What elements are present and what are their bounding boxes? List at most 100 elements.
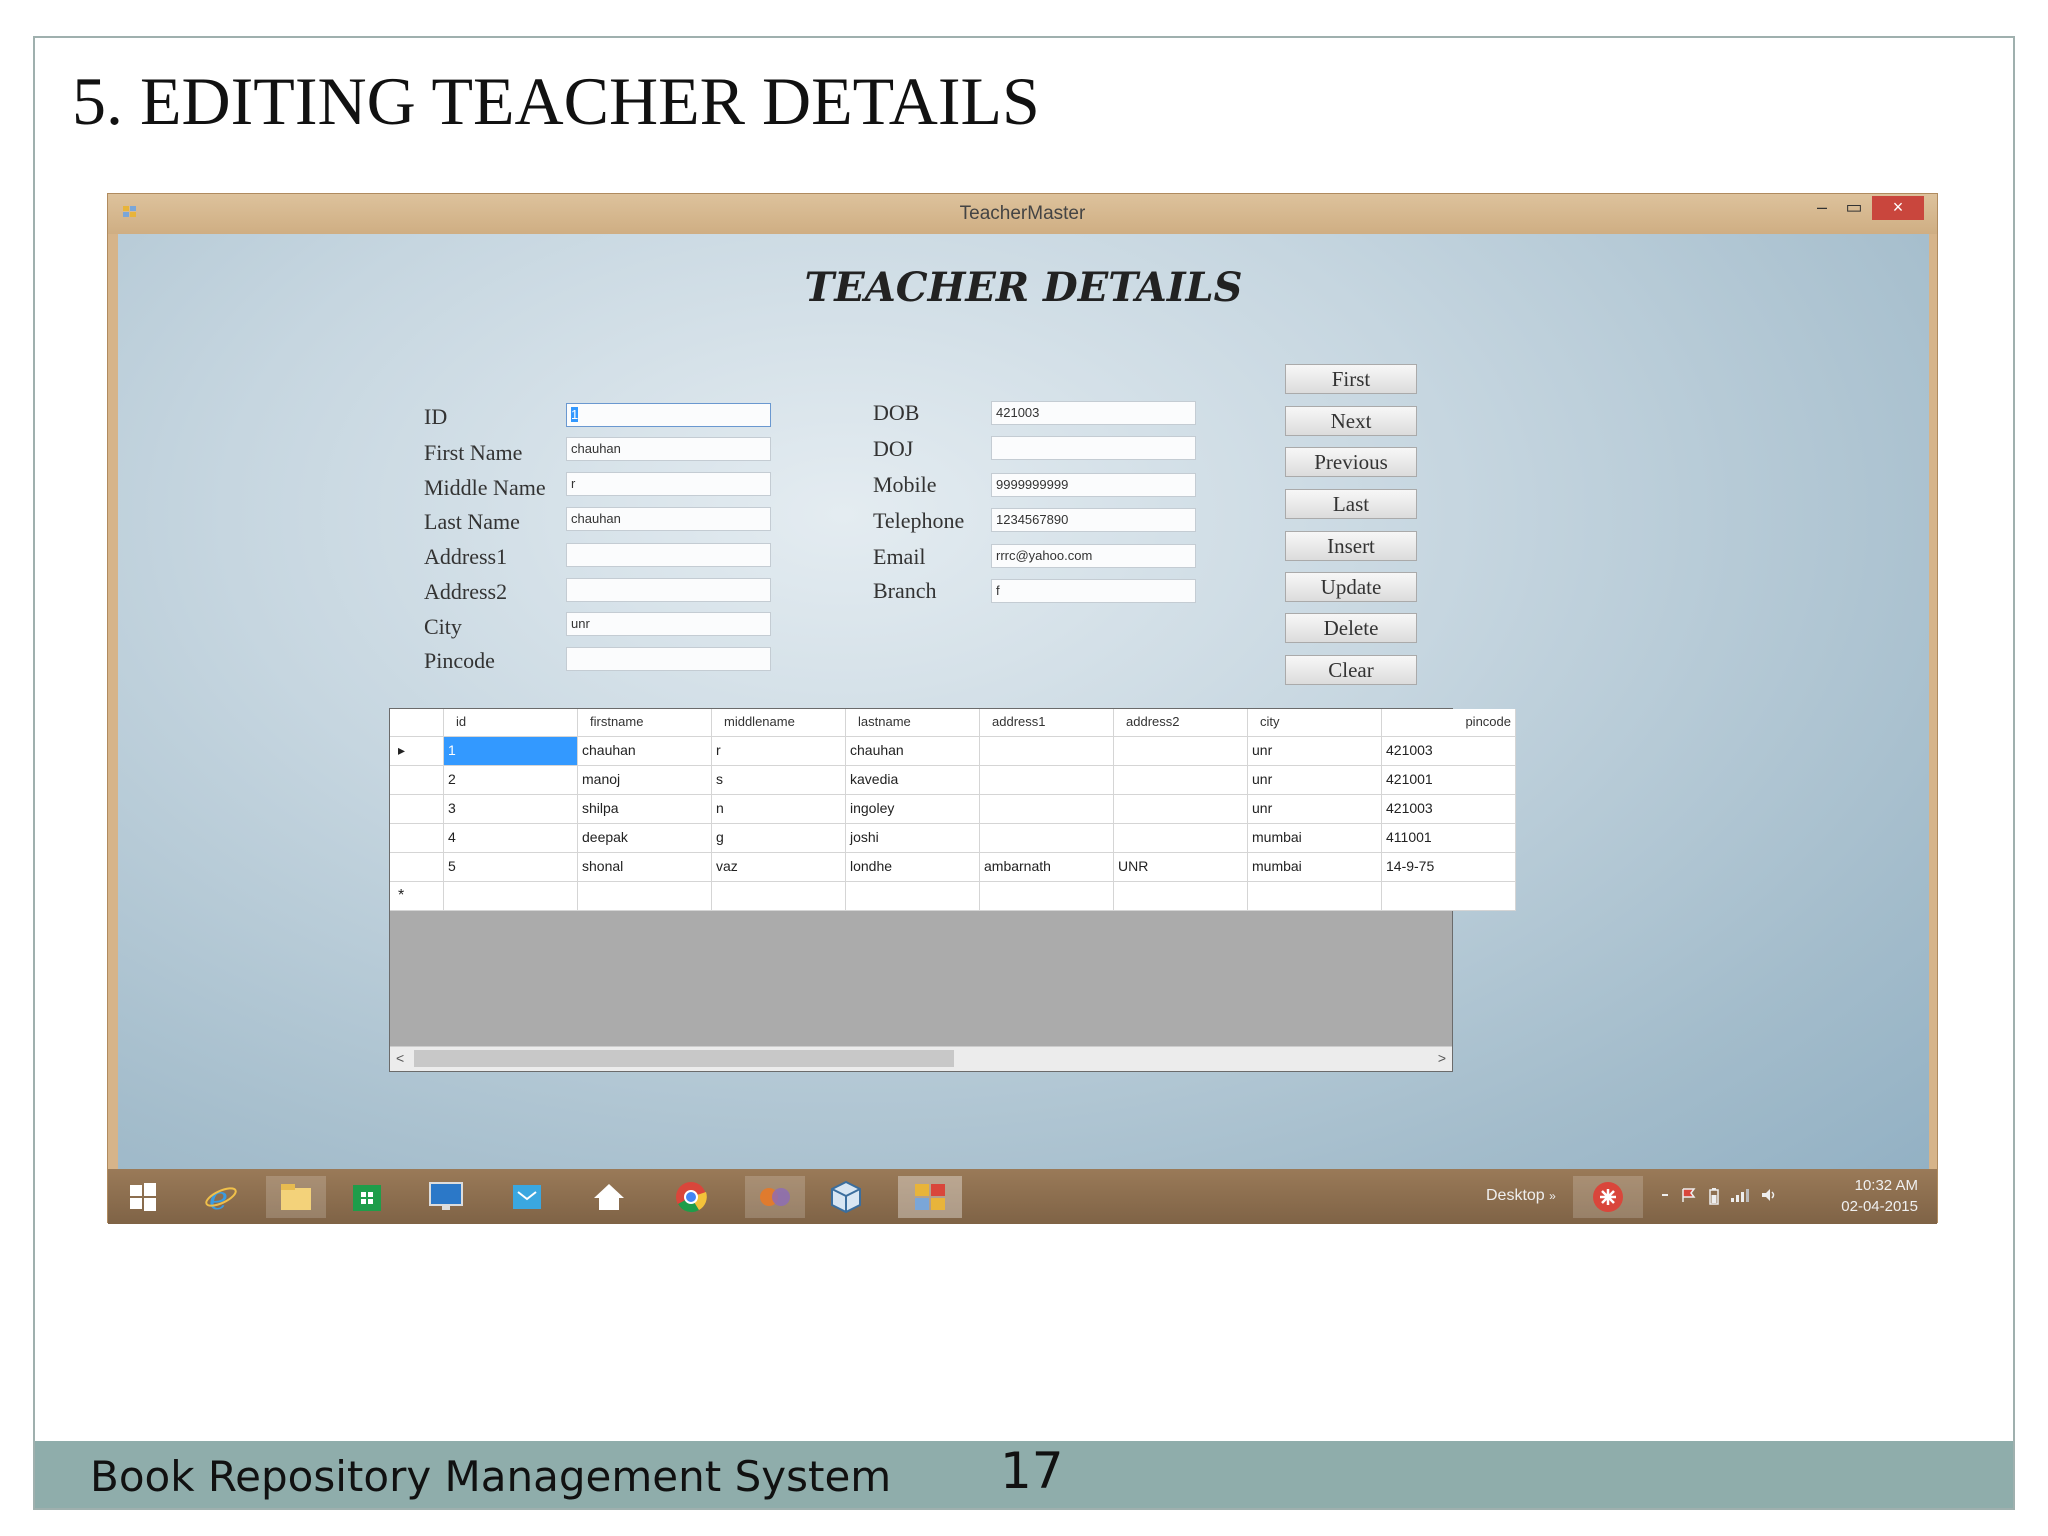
chrome-icon[interactable] — [666, 1176, 716, 1218]
grid-cell[interactable]: unr — [1248, 795, 1382, 824]
grid-cell[interactable]: 421001 — [1382, 766, 1516, 795]
grid-cell[interactable] — [1248, 882, 1382, 911]
last-name-input[interactable]: chauhan — [566, 507, 771, 531]
grid-cell[interactable]: londhe — [846, 853, 980, 882]
dob-input[interactable]: 421003 — [991, 401, 1196, 425]
column-header-city[interactable]: city — [1248, 709, 1382, 737]
id-input[interactable]: 1 — [566, 403, 771, 427]
next-button[interactable]: Next — [1285, 406, 1417, 436]
window-titlebar[interactable]: TeacherMaster – ▭ × — [108, 194, 1937, 234]
minimize-button[interactable]: – — [1808, 196, 1836, 220]
grid-cell[interactable]: 421003 — [1382, 737, 1516, 766]
branch-input[interactable]: f — [991, 579, 1196, 603]
column-header-firstname[interactable]: firstname — [578, 709, 712, 737]
teachermaster-app-icon[interactable] — [898, 1176, 962, 1218]
grid-cell[interactable]: ambarnath — [980, 853, 1114, 882]
pincode-input[interactable] — [566, 647, 771, 671]
windows-start-icon[interactable] — [118, 1176, 168, 1218]
maximize-button[interactable]: ▭ — [1840, 196, 1868, 220]
grid-cell[interactable]: 421003 — [1382, 795, 1516, 824]
table-row[interactable]: 2 manoj s kavedia unr 421001 — [390, 766, 1516, 795]
grid-cell[interactable]: ingoley — [846, 795, 980, 824]
mobile-input[interactable]: 9999999999 — [991, 473, 1196, 497]
grid-cell[interactable]: kavedia — [846, 766, 980, 795]
grid-cell[interactable] — [846, 882, 980, 911]
delete-button[interactable]: Delete — [1285, 613, 1417, 643]
scroll-right-arrow[interactable]: > — [1438, 1050, 1446, 1066]
grid-cell[interactable]: manoj — [578, 766, 712, 795]
grid-cell[interactable] — [980, 737, 1114, 766]
address2-input[interactable] — [566, 578, 771, 602]
address1-input[interactable] — [566, 543, 771, 567]
grid-cell[interactable] — [578, 882, 712, 911]
grid-cell[interactable]: mumbai — [1248, 853, 1382, 882]
grid-cell[interactable]: r — [712, 737, 846, 766]
middle-name-input[interactable]: r — [566, 472, 771, 496]
email-input[interactable]: rrrc@yahoo.com — [991, 544, 1196, 568]
column-header-id[interactable]: id — [444, 709, 578, 737]
column-header-pincode[interactable]: pincode — [1382, 709, 1516, 737]
grid-cell[interactable]: mumbai — [1248, 824, 1382, 853]
grid-cell[interactable]: 3 — [444, 795, 578, 824]
scroll-thumb[interactable] — [414, 1050, 954, 1067]
column-header-address1[interactable]: address1 — [980, 709, 1114, 737]
file-explorer-icon[interactable] — [266, 1176, 326, 1218]
insert-button[interactable]: Insert — [1285, 531, 1417, 561]
column-header-address2[interactable]: address2 — [1114, 709, 1248, 737]
grid-cell[interactable] — [1382, 882, 1516, 911]
grid-cell[interactable] — [1114, 795, 1248, 824]
previous-button[interactable]: Previous — [1285, 447, 1417, 477]
grid-cell[interactable] — [444, 882, 578, 911]
grid-cell[interactable]: joshi — [846, 824, 980, 853]
desktop-toolbar-label[interactable]: Desktop » — [1486, 1187, 1556, 1205]
table-row[interactable]: 4 deepak g joshi mumbai 411001 — [390, 824, 1516, 853]
grid-cell[interactable] — [980, 882, 1114, 911]
row-header-cell[interactable] — [390, 824, 444, 853]
grid-cell[interactable]: deepak — [578, 824, 712, 853]
grid-cell[interactable]: unr — [1248, 766, 1382, 795]
table-row[interactable]: 3 shilpa n ingoley unr 421003 — [390, 795, 1516, 824]
row-header-cell[interactable] — [390, 853, 444, 882]
new-row[interactable]: * — [390, 882, 1516, 911]
internet-explorer-icon[interactable]: e — [196, 1176, 246, 1218]
volume-icon[interactable] — [1760, 1187, 1778, 1203]
grid-cell[interactable]: chauhan — [846, 737, 980, 766]
grid-cell[interactable]: s — [712, 766, 846, 795]
grid-cell[interactable] — [712, 882, 846, 911]
new-row-indicator[interactable]: * — [390, 882, 444, 911]
close-button[interactable]: × — [1872, 196, 1924, 220]
grid-cell[interactable] — [980, 795, 1114, 824]
grid-cell[interactable]: 4 — [444, 824, 578, 853]
update-button[interactable]: Update — [1285, 572, 1417, 602]
grid-cell[interactable]: n — [712, 795, 846, 824]
grid-cell[interactable] — [1114, 824, 1248, 853]
network-signal-icon[interactable] — [1730, 1187, 1750, 1203]
current-row-indicator[interactable]: ▸ — [390, 737, 444, 766]
grid-cell[interactable]: shilpa — [578, 795, 712, 824]
column-header-middlename[interactable]: middlename — [712, 709, 846, 737]
desktop-monitor-icon[interactable] — [421, 1176, 471, 1218]
grid-cell[interactable] — [1114, 737, 1248, 766]
grid-cell[interactable]: shonal — [578, 853, 712, 882]
grid-cell[interactable]: 2 — [444, 766, 578, 795]
grid-cell[interactable] — [1114, 766, 1248, 795]
grid-cell[interactable]: 14-9-75 — [1382, 853, 1516, 882]
scroll-left-arrow[interactable]: < — [396, 1050, 404, 1066]
first-button[interactable]: First — [1285, 364, 1417, 394]
grid-cell[interactable] — [980, 766, 1114, 795]
first-name-input[interactable]: chauhan — [566, 437, 771, 461]
grid-cell[interactable]: chauhan — [578, 737, 712, 766]
cube-icon[interactable] — [821, 1176, 871, 1218]
grid-cell[interactable]: 411001 — [1382, 824, 1516, 853]
battery-icon[interactable] — [1708, 1187, 1720, 1205]
table-row[interactable]: 5 shonal vaz londhe ambarnath UNR mumbai… — [390, 853, 1516, 882]
grid-cell[interactable]: g — [712, 824, 846, 853]
table-row[interactable]: ▸ 1 chauhan r chauhan unr 421003 — [390, 737, 1516, 766]
row-header-cell[interactable] — [390, 766, 444, 795]
city-input[interactable]: unr — [566, 612, 771, 636]
clear-button[interactable]: Clear — [1285, 655, 1417, 685]
store-icon[interactable] — [342, 1176, 392, 1218]
taskbar-clock[interactable]: 10:32 AM 02-04-2015 — [1830, 1175, 1918, 1217]
grid-cell[interactable]: vaz — [712, 853, 846, 882]
grid-cell[interactable] — [980, 824, 1114, 853]
